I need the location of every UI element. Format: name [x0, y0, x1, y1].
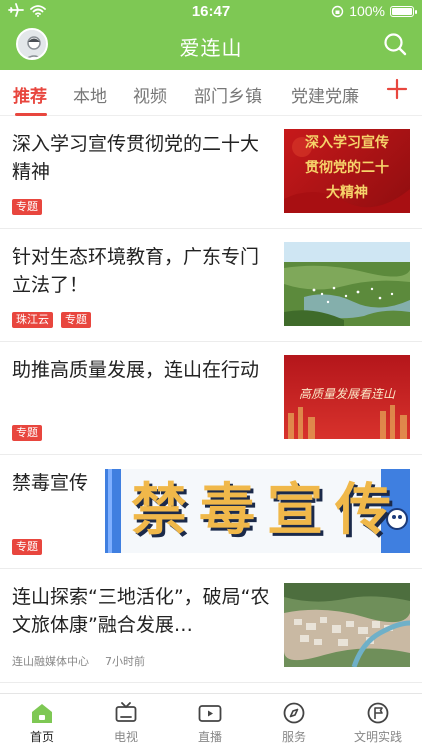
banner-text: 禁毒宣传	[131, 478, 403, 543]
nav-live[interactable]: 直播	[168, 702, 252, 745]
news-thumbnail: 高质量发展看连山	[284, 355, 410, 439]
tab-departments[interactable]: 部门乡镇	[194, 82, 262, 107]
app-title: 爱连山	[179, 36, 243, 60]
thumbnail-caption: 高质量发展看连山	[298, 387, 395, 401]
home-icon	[32, 704, 52, 723]
tab-video[interactable]: 视频	[133, 82, 167, 107]
nav-label: 电视	[113, 730, 138, 744]
anti-drug-banner: 禁毒宣传	[105, 469, 410, 553]
topic-tag: 专题	[61, 312, 91, 328]
battery-icon	[390, 5, 417, 17]
news-item[interactable]: 助推高质量发展，连山在行动 专题 高质量发展看连山	[0, 342, 422, 455]
town-aerial-photo	[284, 583, 410, 667]
topic-tag: 专题	[12, 199, 42, 215]
news-item[interactable]: 禁毒宣传 专题 禁毒宣传	[0, 455, 422, 569]
topic-tag: 专题	[12, 539, 42, 555]
nav-label: 文明实践	[353, 730, 402, 744]
nav-home[interactable]: 首页	[0, 702, 84, 745]
source-tag: 珠江云	[12, 312, 53, 328]
nav-tv[interactable]: 电视	[84, 702, 168, 745]
news-source: 连山融媒体中心	[12, 655, 89, 668]
news-headline: 针对生态环境教育，广东专门立法了！	[12, 246, 260, 296]
news-headline: 禁毒宣传	[12, 472, 89, 494]
search-icon[interactable]	[382, 31, 408, 57]
topic-tag: 专题	[12, 425, 42, 441]
category-tabs: 推荐 本地 视频 部门乡镇 党建党廉	[0, 70, 422, 116]
news-item[interactable]: 深入学习宣传贯彻党的二十大精神 专题 深入学习宣传贯彻党的二十大精神	[0, 116, 422, 229]
news-thumbnail	[284, 242, 410, 326]
thumbnail-caption: 深入学习宣传贯彻党的二十大精神	[305, 135, 389, 201]
nav-label: 首页	[29, 730, 54, 744]
tv-icon	[115, 702, 137, 722]
tab-local[interactable]: 本地	[73, 82, 107, 107]
tab-party-building[interactable]: 党建党廉	[291, 82, 359, 107]
news-item[interactable]: 连山探索“三地活化”，破局“农文旅体康”融合发展… 连山融媒体中心 7小时前	[0, 569, 422, 683]
status-bar: 16:47 100%	[0, 0, 422, 24]
battery-percent: 100%	[349, 3, 385, 19]
bottom-nav: 首页 电视 直播 服务 文明实践	[0, 693, 422, 750]
live-icon	[198, 705, 222, 722]
compass-icon	[283, 702, 305, 724]
add-channel-icon[interactable]	[386, 78, 408, 100]
news-headline: 助推高质量发展，连山在行动	[12, 359, 260, 381]
rotation-lock-icon	[331, 5, 344, 17]
news-headline: 连山探索“三地活化”，破局“农文旅体康”融合发展…	[12, 586, 270, 636]
nav-label: 直播	[197, 730, 222, 744]
nav-service[interactable]: 服务	[252, 702, 336, 745]
flag-icon	[367, 702, 389, 724]
tab-recommend[interactable]: 推荐	[13, 82, 47, 107]
news-headline: 深入学习宣传贯彻党的二十大精神	[12, 133, 260, 183]
news-thumbnail	[284, 583, 410, 667]
nav-label: 服务	[281, 730, 306, 744]
wetland-photo	[284, 242, 410, 326]
app-header: 爱连山	[0, 24, 422, 70]
news-time: 7小时前	[105, 655, 145, 668]
news-thumbnail: 深入学习宣传贯彻党的二十大精神	[284, 129, 410, 213]
nav-civilization-practice[interactable]: 文明实践	[336, 702, 420, 745]
news-item[interactable]: 针对生态环境教育，广东专门立法了！ 珠江云 专题	[0, 229, 422, 342]
